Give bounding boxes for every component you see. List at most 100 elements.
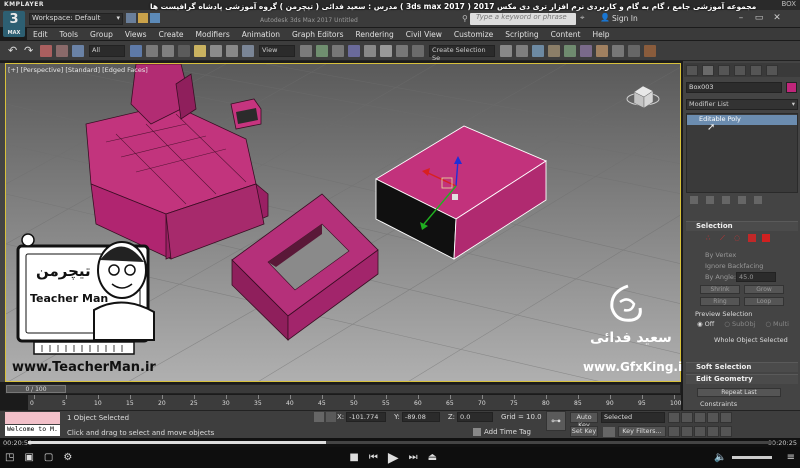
menu-rendering[interactable]: Rendering — [355, 30, 393, 39]
radio-off-icon[interactable]: ○ — [765, 320, 771, 328]
edit-geometry-rollout-header[interactable]: Edit Geometry — [686, 374, 798, 384]
rect-selection-icon[interactable] — [162, 44, 174, 57]
create-tab-icon[interactable] — [686, 64, 698, 76]
select-place-icon[interactable] — [242, 44, 254, 57]
link-icon[interactable] — [40, 44, 52, 57]
element-icon[interactable] — [762, 234, 770, 242]
ribbon-toggle-icon[interactable] — [548, 44, 560, 57]
shrink-button[interactable]: Shrink — [700, 285, 740, 294]
make-unique-icon[interactable] — [722, 196, 730, 204]
viewport-label[interactable]: [+] [Perspective] [Standard] [Edged Face… — [8, 66, 148, 74]
redo-icon[interactable]: ↷ — [24, 44, 36, 57]
vertex-icon[interactable]: ∴ — [706, 234, 714, 242]
menu-civil-view[interactable]: Civil View — [406, 30, 442, 39]
pan-view-icon[interactable] — [681, 426, 693, 437]
selection-rollout-header[interactable]: Selection — [686, 221, 798, 231]
forward-icon[interactable]: ⏭ — [409, 452, 418, 463]
edge-icon[interactable]: ⟋ — [720, 234, 728, 242]
pivot-center-icon[interactable] — [300, 44, 312, 57]
key-filters-button[interactable]: Key Filters... — [618, 426, 666, 437]
time-tag-icon[interactable] — [473, 428, 481, 436]
rewind-icon[interactable]: ⏮ — [369, 452, 378, 463]
menu-edit[interactable]: Edit — [33, 30, 48, 39]
manipulate-icon[interactable] — [316, 44, 328, 57]
stop-icon[interactable]: ■ — [349, 452, 358, 463]
grow-button[interactable]: Grow — [744, 285, 784, 294]
ref-coord-dropdown[interactable]: View — [259, 44, 295, 57]
menu-group[interactable]: Group — [90, 30, 113, 39]
go-to-start-icon[interactable] — [668, 412, 680, 423]
angle-field[interactable]: 45.0 — [736, 272, 776, 282]
window-crossing-icon[interactable] — [178, 44, 190, 57]
volume-icon[interactable]: 🔈 — [714, 452, 726, 463]
select-by-name-icon[interactable] — [146, 44, 158, 57]
select-rotate-icon[interactable] — [210, 44, 222, 57]
material-editor-icon[interactable] — [596, 44, 608, 57]
z-coordinate-field[interactable]: 0.0 — [457, 412, 494, 422]
modifier-stack[interactable] — [686, 113, 798, 193]
set-key-icon[interactable]: ⊶ — [546, 411, 566, 431]
display-tab-icon[interactable] — [750, 64, 762, 76]
render-production-icon[interactable] — [644, 44, 656, 57]
unlink-icon[interactable] — [56, 44, 68, 57]
player-screen-icon[interactable]: ▢ — [44, 452, 53, 463]
render-setup-icon[interactable] — [612, 44, 624, 57]
menu-scripting[interactable]: Scripting — [505, 30, 538, 39]
previous-frame-icon[interactable] — [681, 412, 693, 423]
by-angle-checkbox[interactable]: By Angle: — [705, 273, 736, 281]
preview-off-radio[interactable]: Off — [705, 320, 715, 328]
menu-help[interactable]: Help — [592, 30, 609, 39]
polygon-icon[interactable] — [748, 234, 756, 242]
modify-tab-icon[interactable] — [702, 64, 714, 76]
y-coordinate-field[interactable]: -89.08 — [401, 412, 440, 422]
layer-explorer-icon[interactable] — [532, 44, 544, 57]
play-icon[interactable] — [694, 412, 706, 423]
new-file-icon[interactable] — [126, 13, 136, 23]
undo-icon[interactable]: ↶ — [8, 44, 20, 57]
orbit-icon[interactable] — [694, 426, 706, 437]
modifier-list-dropdown[interactable]: Modifier List ▾ — [686, 99, 798, 110]
repeat-last-button[interactable]: Repeat Last — [697, 388, 781, 397]
edit-named-selection-icon[interactable] — [412, 44, 424, 57]
object-color-swatch[interactable] — [786, 82, 797, 93]
time-slider-track[interactable] — [5, 384, 681, 394]
next-frame-icon[interactable] — [707, 412, 719, 423]
configure-sets-icon[interactable] — [754, 196, 762, 204]
menu-create[interactable]: Create — [159, 30, 184, 39]
default-in-out-icon[interactable] — [603, 427, 615, 437]
ignore-backfacing-checkbox[interactable]: Ignore Backfacing — [705, 262, 763, 270]
bind-space-warp-icon[interactable] — [72, 44, 84, 57]
minimize-button[interactable]: – — [732, 12, 750, 25]
menu-modifiers[interactable]: Modifiers — [196, 30, 230, 39]
radio-on-icon[interactable]: ◉ — [697, 320, 703, 328]
zoom-icon[interactable] — [668, 426, 680, 437]
loop-button[interactable]: Loop — [744, 297, 784, 306]
menu-customize[interactable]: Customize — [454, 30, 493, 39]
preview-subobj-radio[interactable]: SubObj — [732, 320, 755, 328]
eject-icon[interactable]: ⏏ — [428, 452, 437, 463]
schematic-view-icon[interactable] — [580, 44, 592, 57]
open-file-icon[interactable] — [138, 13, 148, 23]
info-center-icon[interactable]: ⌖ — [580, 13, 590, 24]
volume-slider[interactable] — [731, 456, 772, 459]
mirror-icon[interactable] — [500, 44, 512, 57]
player-3d-icon[interactable]: ▣ — [24, 452, 33, 463]
rendered-frame-icon[interactable] — [628, 44, 640, 57]
menu-animation[interactable]: Animation — [242, 30, 280, 39]
close-button[interactable]: ✕ — [768, 12, 786, 25]
selection-set-dropdown[interactable]: Create Selection Se — [429, 44, 495, 62]
time-slider-thumb[interactable]: 0 / 100 — [6, 385, 66, 393]
spinner-snap-icon[interactable] — [396, 44, 408, 57]
remove-modifier-icon[interactable] — [738, 196, 746, 204]
maxscript-welcome[interactable]: Welcome to M. — [5, 425, 60, 436]
curve-editor-icon[interactable] — [564, 44, 576, 57]
menu-graph-editors[interactable]: Graph Editors — [292, 30, 344, 39]
search-input[interactable]: Type a keyword or phrase — [470, 13, 576, 25]
percent-snap-icon[interactable] — [380, 44, 392, 57]
sign-in-link[interactable]: Sign In — [612, 14, 638, 23]
restore-button[interactable]: ▭ — [750, 12, 768, 25]
go-to-end-icon[interactable] — [720, 412, 732, 423]
playlist-icon[interactable]: ≡ — [787, 452, 795, 463]
select-object-icon[interactable] — [130, 44, 142, 57]
player-menu-icon[interactable]: ◳ — [5, 452, 14, 463]
